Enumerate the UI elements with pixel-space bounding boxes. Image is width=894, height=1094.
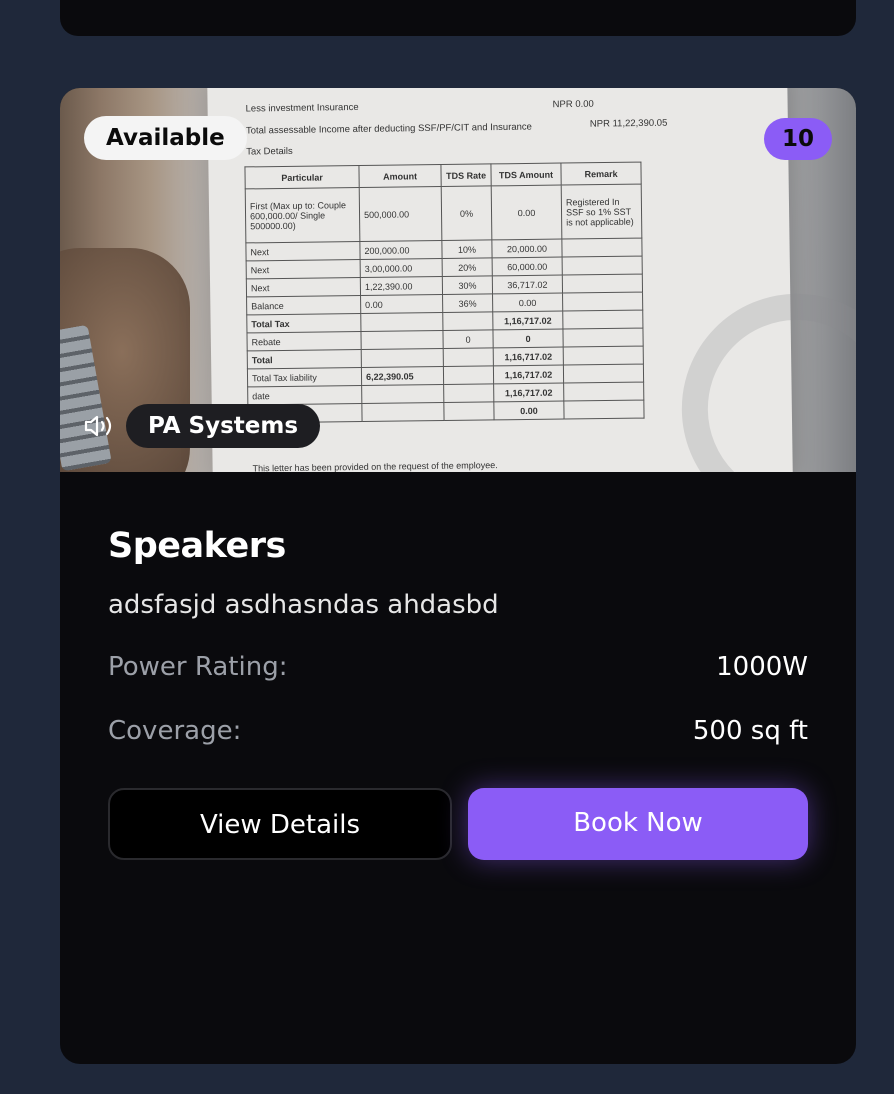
- tax-cell: 200,000.00: [359, 240, 443, 260]
- tax-cell: [563, 346, 644, 366]
- category-pill: PA Systems: [126, 404, 321, 448]
- tax-cell: 0.00: [493, 401, 565, 420]
- tax-cell: Next: [246, 259, 361, 279]
- tax-cell: [443, 347, 494, 367]
- tax-cell: Total Tax liability: [247, 367, 362, 387]
- photo-watermark: [680, 292, 856, 472]
- tax-cell: 6,22,390.05: [361, 366, 444, 386]
- tax-cell: 60,000.00: [492, 257, 563, 276]
- tax-cell: 36%: [442, 293, 493, 313]
- spec-row-power: Power Rating: 1000W: [108, 652, 808, 686]
- tax-cell: Next: [245, 241, 361, 261]
- tax-cell: [562, 328, 644, 348]
- tax-header: Amount: [358, 164, 442, 188]
- card-title: Speakers: [108, 526, 286, 566]
- tax-cell: Next: [246, 277, 361, 297]
- tax-cell: Balance: [246, 295, 361, 315]
- spec-value: 500 sq ft: [692, 716, 808, 746]
- doc-line-value: NPR 0.00: [552, 98, 594, 111]
- doc-line-value: NPR 11,22,390.05: [589, 117, 668, 130]
- doc-line: Total assessable Income after deducting …: [245, 121, 533, 137]
- tax-cell: 1,16,717.02: [493, 383, 564, 402]
- tax-cell: 20%: [442, 257, 493, 277]
- tax-header: Remark: [560, 162, 642, 186]
- tax-cell: 20,000.00: [491, 239, 563, 258]
- previous-card: [60, 0, 856, 36]
- tax-cell: 0%: [441, 185, 492, 241]
- tax-cell: [563, 382, 644, 402]
- view-details-button[interactable]: View Details: [108, 788, 452, 860]
- tax-cell: [562, 274, 643, 294]
- tax-cell: Total Tax: [246, 313, 361, 333]
- tax-cell: Registered In SSF so 1% SST is not appli…: [561, 184, 642, 240]
- equipment-photo: Less investment Insurance NPR 0.00 Total…: [60, 88, 856, 472]
- count-badge: 10: [764, 118, 832, 160]
- tax-cell: 0: [442, 329, 494, 349]
- tax-cell: 1,16,717.02: [493, 365, 564, 384]
- book-now-button[interactable]: Book Now: [468, 788, 808, 860]
- doc-line: Less investment Insurance: [245, 101, 359, 115]
- tax-cell: [361, 402, 445, 422]
- tax-cell: 1,16,717.02: [492, 311, 563, 330]
- tax-cell: [561, 238, 643, 258]
- spec-value: 1000W: [716, 652, 808, 682]
- tax-cell: 1,16,717.02: [493, 347, 564, 366]
- tax-cell: Total: [247, 349, 362, 369]
- card-description: adsfasjd asdhasndas ahdasbd: [108, 590, 499, 620]
- tax-cell: 0: [492, 329, 564, 348]
- tax-header: TDS Amount: [490, 163, 562, 186]
- tax-cell: Rebate: [246, 331, 362, 351]
- doc-line: Tax Details: [246, 145, 293, 158]
- speaker-icon: [84, 415, 112, 437]
- tax-cell: [563, 400, 645, 420]
- tax-cell: [562, 256, 643, 276]
- spec-label: Power Rating:: [108, 652, 288, 682]
- tax-cell: 0.00: [491, 185, 562, 240]
- tax-header: TDS Rate: [440, 163, 492, 187]
- tax-cell: 10%: [441, 239, 493, 259]
- tax-cell: [360, 312, 443, 332]
- tax-cell: 36,717.02: [492, 275, 563, 294]
- doc-footer: This letter has been provided on the req…: [252, 460, 498, 472]
- tax-cell: [562, 310, 643, 330]
- tax-cell: 500,000.00: [359, 186, 442, 242]
- tax-cell: [562, 292, 643, 312]
- tax-cell: 3,00,000.00: [360, 258, 443, 278]
- spec-row-coverage: Coverage: 500 sq ft: [108, 716, 808, 750]
- tax-cell: [443, 365, 494, 385]
- tax-cell: [563, 364, 644, 384]
- tax-cell: [361, 348, 444, 368]
- equipment-card: Less investment Insurance NPR 0.00 Total…: [60, 88, 856, 1064]
- tax-cell: [360, 330, 444, 350]
- tax-row: First (Max up to: Couple 600,000.00/ Sin…: [245, 184, 642, 243]
- tax-cell: First (Max up to: Couple 600,000.00/ Sin…: [245, 187, 360, 243]
- tax-cell: date: [247, 385, 362, 405]
- tax-cell: [442, 311, 493, 331]
- tax-cell: 0.00: [360, 294, 443, 314]
- tax-table: Particular Amount TDS Rate TDS Amount Re…: [244, 162, 645, 424]
- tax-header: Particular: [244, 165, 360, 189]
- tax-cell: [443, 383, 494, 403]
- spec-label: Coverage:: [108, 716, 242, 746]
- tax-cell: 30%: [442, 275, 493, 295]
- tax-cell: [361, 384, 444, 404]
- status-badge: Available: [84, 116, 247, 160]
- tax-cell: [443, 401, 495, 421]
- tax-cell: 0.00: [492, 293, 563, 312]
- tax-cell: 1,22,390.00: [360, 276, 443, 296]
